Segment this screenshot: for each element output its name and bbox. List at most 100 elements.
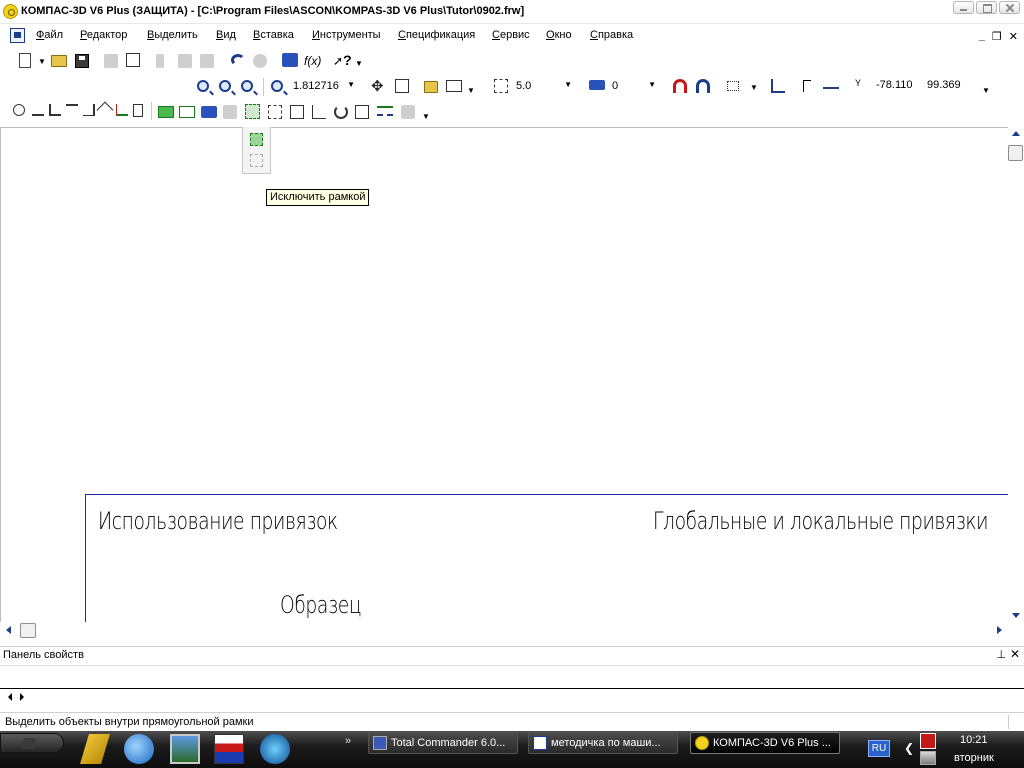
help-dropdown-icon[interactable]: ▼ <box>355 59 363 68</box>
fx-button[interactable]: f(x) <box>304 54 321 68</box>
clock-time[interactable]: 10:21 <box>960 734 988 746</box>
step-dropdown-icon[interactable]: ▼ <box>564 80 572 89</box>
save-icon[interactable] <box>75 54 89 68</box>
toolbar-overflow-icon[interactable]: ▼ <box>982 86 990 95</box>
menu-insert[interactable]: Вставка <box>253 29 294 41</box>
zoom-dropdown-icon[interactable]: ▼ <box>347 80 355 89</box>
menu-specification[interactable]: Спецификация <box>398 29 475 41</box>
drawing-canvas[interactable]: Использование привязок Глобальные и лока… <box>0 127 1008 622</box>
select-polyline-icon[interactable] <box>312 105 326 119</box>
maximize-button[interactable] <box>976 1 997 14</box>
mdi-restore-button[interactable]: ❐ <box>992 30 1002 43</box>
scroll-right-icon[interactable] <box>997 626 1002 634</box>
style-icon[interactable] <box>446 80 462 92</box>
parameter-icon[interactable] <box>823 87 839 89</box>
select-frame-icon[interactable] <box>245 104 260 119</box>
kompas-app-icon[interactable] <box>3 4 18 19</box>
show-all-icon[interactable] <box>395 79 409 93</box>
quicklaunch-desktop-icon[interactable] <box>170 734 200 764</box>
menu-service[interactable]: Сервис <box>492 29 530 41</box>
menu-editor[interactable]: Редактор <box>80 29 127 41</box>
layers-icon[interactable] <box>589 80 605 90</box>
grid-dropdown-icon[interactable]: ▼ <box>750 83 758 92</box>
properties-field[interactable] <box>0 665 1024 689</box>
exclude-frame-alt-icon[interactable] <box>250 154 263 167</box>
language-indicator[interactable]: RU <box>868 740 890 757</box>
quicklaunch-more-icon[interactable]: » <box>345 735 351 747</box>
grid-icon[interactable] <box>727 81 739 91</box>
start-button[interactable] <box>0 733 64 753</box>
exclude-frame-icon[interactable] <box>250 133 263 146</box>
open-folder-icon[interactable] <box>51 55 67 67</box>
zoom-window-icon[interactable] <box>197 80 209 92</box>
scroll-left-icon[interactable] <box>6 626 11 634</box>
pin-icon[interactable]: ⊥ <box>996 648 1006 661</box>
properties-close-icon[interactable]: ✕ <box>1010 647 1020 661</box>
zoom-out-icon[interactable] <box>241 80 253 92</box>
layer-dropdown-icon[interactable]: ▼ <box>648 80 656 89</box>
quicklaunch-ie-icon[interactable] <box>124 734 154 764</box>
local-snap-icon[interactable] <box>696 79 710 93</box>
select-by-layer-icon[interactable] <box>201 106 217 118</box>
select-prev-icon[interactable] <box>334 105 348 119</box>
minimize-button[interactable] <box>953 1 974 14</box>
resize-grip[interactable] <box>1008 715 1022 729</box>
undo-icon[interactable] <box>231 54 245 66</box>
menu-select[interactable]: Выделить <box>147 29 198 41</box>
close-button[interactable] <box>999 1 1020 14</box>
select-layer-icon[interactable] <box>179 106 195 118</box>
task-word-document[interactable]: методичка по маши... <box>528 732 678 754</box>
menu-help[interactable]: Справка <box>590 29 633 41</box>
select-tools-icon[interactable] <box>116 104 128 116</box>
mdi-minimize-button[interactable]: _ <box>979 30 985 43</box>
layer-combo[interactable]: 0 ▼ <box>612 78 656 96</box>
vertical-scrollbar[interactable] <box>1008 127 1024 622</box>
zoom-combo[interactable]: 1.812716 ▼ <box>293 78 355 96</box>
quicklaunch-winamp-icon[interactable] <box>80 734 110 764</box>
antivirus-icon[interactable] <box>920 733 936 749</box>
spec-icon[interactable] <box>133 104 143 117</box>
snap-magnet-icon[interactable] <box>673 79 687 93</box>
select-dropdown-icon[interactable]: ▼ <box>422 112 430 121</box>
local-cs-icon[interactable] <box>771 79 785 93</box>
zoom-scale-icon[interactable] <box>271 80 283 92</box>
task-total-commander[interactable]: Total Commander 6.0... <box>368 732 518 754</box>
new-document-icon[interactable] <box>19 53 31 68</box>
edit-icon[interactable] <box>66 104 78 116</box>
designations-icon[interactable] <box>49 104 61 116</box>
zoom-in-icon[interactable] <box>219 80 231 92</box>
menu-view[interactable]: Вид <box>216 29 236 41</box>
task-kompas[interactable]: КОМПАС-3D V6 Plus ... <box>690 732 840 754</box>
document-icon[interactable] <box>10 28 25 43</box>
select-all-icon[interactable] <box>158 106 174 118</box>
horizontal-scrollbar[interactable] <box>0 622 1008 639</box>
help-pointer-button[interactable]: ➚? <box>333 52 352 68</box>
quicklaunch-floppy-icon[interactable] <box>214 734 244 764</box>
style-dropdown-icon[interactable]: ▼ <box>467 86 475 95</box>
scroll-up-icon[interactable] <box>1012 131 1020 136</box>
measure-icon[interactable] <box>96 101 114 119</box>
parametrization-icon[interactable] <box>83 104 95 116</box>
menu-tools[interactable]: Инструменты <box>312 29 381 41</box>
quicklaunch-app-icon[interactable] <box>260 734 290 764</box>
pan-icon[interactable] <box>371 77 387 95</box>
menu-file[interactable]: Файл <box>36 29 63 41</box>
step-cursor-icon[interactable] <box>494 79 508 93</box>
network-icon[interactable] <box>920 751 936 765</box>
dimensions-icon[interactable] <box>32 104 44 116</box>
geometry-icon[interactable] <box>13 104 25 116</box>
tray-expand-icon[interactable]: ❮ <box>904 741 914 755</box>
vertical-scroll-thumb[interactable] <box>1008 145 1023 161</box>
nav-left-icon[interactable] <box>8 693 12 701</box>
scroll-down-icon[interactable] <box>1012 613 1020 618</box>
redraw-icon[interactable] <box>424 81 438 93</box>
menu-window[interactable]: Окно <box>546 29 572 41</box>
ortho-icon[interactable] <box>803 80 811 92</box>
select-by-properties-icon[interactable] <box>355 105 369 119</box>
preview-icon[interactable] <box>126 53 140 67</box>
mdi-close-button[interactable]: ✕ <box>1009 30 1018 43</box>
new-dropdown-icon[interactable]: ▼ <box>38 57 46 66</box>
select-outside-frame-icon[interactable] <box>290 105 304 119</box>
select-by-type-icon[interactable] <box>377 106 393 116</box>
manager-icon[interactable] <box>282 53 298 67</box>
